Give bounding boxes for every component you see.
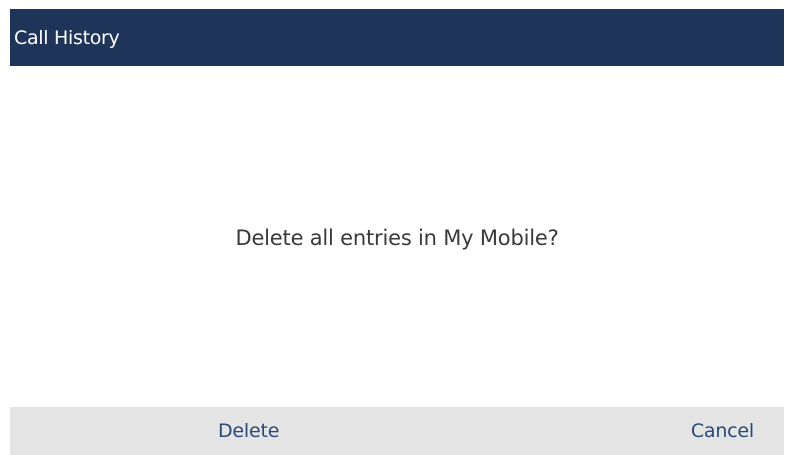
phone-screen: Call History Delete all entries in My Mo… (0, 0, 786, 455)
cancel-softkey[interactable]: Cancel (691, 407, 754, 455)
confirmation-dialog: Delete all entries in My Mobile? (10, 66, 784, 407)
screen-title: Call History (14, 26, 120, 49)
title-bar: Call History (10, 9, 784, 66)
delete-softkey[interactable]: Delete (218, 407, 279, 455)
softkey-bar: Delete Cancel (10, 407, 784, 455)
confirmation-message: Delete all entries in My Mobile? (235, 226, 559, 250)
